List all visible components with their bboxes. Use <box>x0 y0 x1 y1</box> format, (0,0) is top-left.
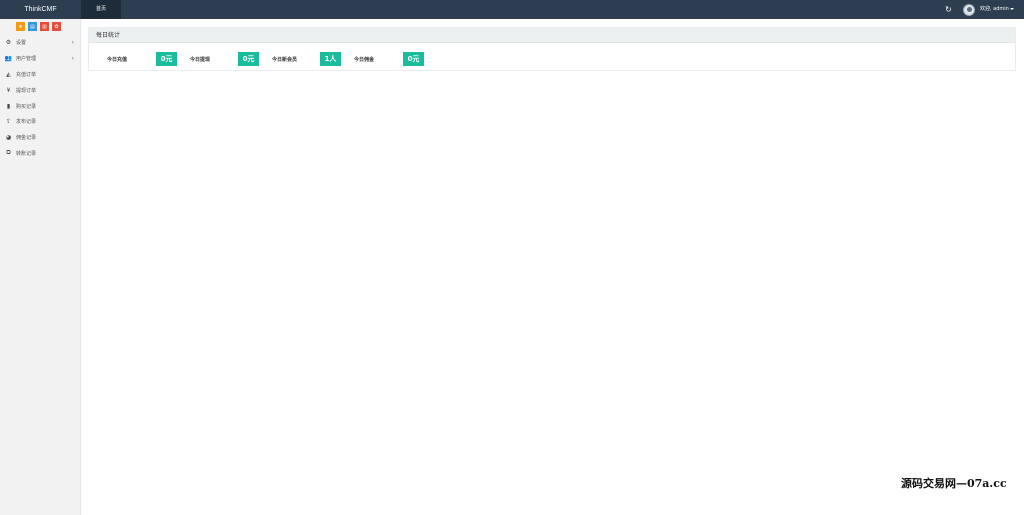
watermark: 源码交易网—07a.cc <box>901 477 1007 490</box>
sidebar-item-label: 购买记录 <box>16 103 37 110</box>
transfer-icon: ⧉ <box>6 149 11 157</box>
stat-badge-commission: 0元 <box>403 52 424 66</box>
sidebar-item-commission-records[interactable]: ◕ 佣金记录 <box>0 130 81 146</box>
sidebar-item-label: 设置 <box>16 40 27 47</box>
sidebar-item-recharge-orders[interactable]: ◭ 充值订单 <box>0 67 81 83</box>
stat-label-new-members: 今日新会员 <box>272 57 298 63</box>
sidebar-item-purchase-records[interactable]: ▮ 购买记录 <box>0 98 81 114</box>
brand-logo[interactable]: ThinkCMF <box>0 0 81 19</box>
sidebar-item-users[interactable]: 👥 用户管理 › <box>0 51 81 67</box>
file-icon[interactable]: ▤ <box>28 22 37 31</box>
panel-title: 每日统计 <box>89 28 1015 43</box>
tab-home[interactable]: 首页 <box>81 0 121 19</box>
sidebar-item-withdraw-orders[interactable]: ¥ 提现订单 <box>0 82 81 98</box>
sidebar-item-label: 发布记录 <box>16 119 37 126</box>
daily-stats-panel: 每日统计 今日充值 0元 今日提现 0元 今日新会员 1人 今日佣金 0元 <box>88 27 1016 71</box>
bar-chart-icon: ▮ <box>6 102 11 110</box>
users-icon: 👥 <box>4 55 13 63</box>
sidebar-item-label: 提现订单 <box>16 87 37 94</box>
avatar[interactable] <box>963 4 975 16</box>
yen-icon: ¥ <box>6 86 11 94</box>
sidebar-item-label: 用户管理 <box>16 56 37 63</box>
user-menu[interactable]: 欢迎, admin <box>980 0 1014 19</box>
sidebar: ★ ▤ ▥ ✿ ⚙ 设置 › 👥 用户管理 › ◭ 充值订单 ¥ 提现订单 ▮ … <box>0 19 81 515</box>
sidebar-menu: ⚙ 设置 › 👥 用户管理 › ◭ 充值订单 ¥ 提现订单 ▮ 购买记录 ⇪ 发… <box>0 35 81 161</box>
chevron-right-icon: › <box>71 54 74 62</box>
chevron-right-icon: › <box>71 39 74 46</box>
caret-down-icon <box>1009 7 1014 10</box>
stat-badge-recharge: 0元 <box>156 52 177 66</box>
sidebar-item-label: 佣金记录 <box>16 135 37 142</box>
welcome-text: 欢迎, admin <box>980 6 1009 12</box>
gear-icon[interactable]: ✿ <box>52 22 61 31</box>
cogs-icon: ⚙ <box>5 39 12 47</box>
stat-label-recharge: 今日充值 <box>107 57 128 63</box>
area-chart-icon: ◭ <box>6 70 11 78</box>
star-icon[interactable]: ★ <box>16 22 25 31</box>
stat-badge-new-members: 1人 <box>320 52 341 66</box>
top-navbar: ThinkCMF 首页 ↻ 欢迎, admin <box>0 0 1024 19</box>
sidebar-shortcuts: ★ ▤ ▥ ✿ <box>16 22 61 31</box>
upload-icon: ⇪ <box>5 118 12 126</box>
sidebar-item-label: 充值订单 <box>16 71 37 78</box>
stat-label-commission: 今日佣金 <box>354 57 375 63</box>
stat-badge-withdraw: 0元 <box>238 52 259 66</box>
sidebar-item-settings[interactable]: ⚙ 设置 › <box>0 35 81 51</box>
refresh-icon[interactable]: ↻ <box>944 5 953 14</box>
trash-icon[interactable]: ▥ <box>40 22 49 31</box>
sidebar-item-transfer-records[interactable]: ⧉ 转账记录 <box>0 146 81 162</box>
stat-label-withdraw: 今日提现 <box>190 57 211 63</box>
sidebar-item-publish-records[interactable]: ⇪ 发布记录 <box>0 114 81 130</box>
sidebar-item-label: 转账记录 <box>16 150 37 157</box>
pie-chart-icon: ◕ <box>5 134 12 142</box>
